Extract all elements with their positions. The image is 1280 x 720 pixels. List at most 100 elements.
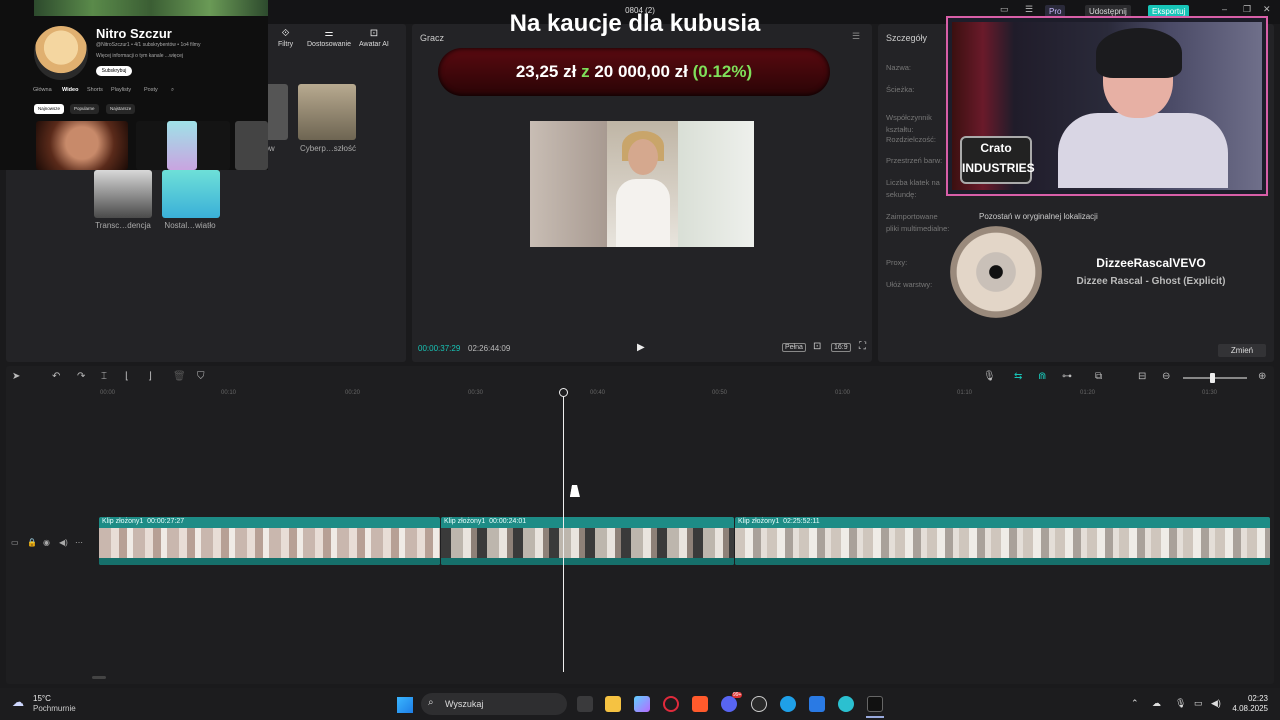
brave-icon[interactable] xyxy=(692,696,708,712)
donation-goal-text: 23,25 zł z 20 000,00 zł (0.12%) xyxy=(438,62,830,82)
menu-icon[interactable]: ☰ xyxy=(1025,4,1033,15)
magnet-icon[interactable]: ⋒ xyxy=(1038,371,1046,382)
clip-waveform xyxy=(99,558,440,565)
shield-icon[interactable]: ⛉ xyxy=(197,371,205,382)
windows-start-icon[interactable] xyxy=(397,697,413,713)
minimize-icon[interactable]: – xyxy=(1222,4,1227,14)
file-explorer-icon[interactable] xyxy=(605,696,621,712)
media-thumb-2[interactable] xyxy=(298,84,356,140)
monitor-icon[interactable]: ▭ xyxy=(1194,698,1203,709)
weather-icon[interactable]: ☁ xyxy=(12,695,24,709)
link-icon[interactable]: ⇆ xyxy=(1014,371,1022,382)
channel-tab-posts: Posty xyxy=(144,87,158,93)
trim-right-icon[interactable]: ⌋ xyxy=(148,371,152,382)
timeline-clip[interactable]: Klip złożony1 00:00:27:27 xyxy=(99,517,440,565)
more-icon[interactable]: ⋯ xyxy=(75,538,83,547)
snapshot-icon[interactable]: ⊡ xyxy=(811,341,823,352)
preview-axis-icon[interactable]: ⧉ xyxy=(1095,371,1102,382)
ai-avatar-tab[interactable]: ⊡ Awatar AI xyxy=(359,28,389,48)
mic-tray-icon[interactable]: 🎙 xyxy=(1175,698,1186,709)
ruler-tick: 01:30 xyxy=(1202,390,1218,396)
clip-name: Klip złożony1 xyxy=(738,518,780,525)
select-tool-icon[interactable]: ➤ xyxy=(12,371,20,382)
ratio-button[interactable]: 16:9 xyxy=(831,343,851,352)
adjust-label: Dostosowanie xyxy=(307,41,351,48)
quality-button[interactable]: Pełna xyxy=(782,343,806,352)
channel-tab-home: Główna xyxy=(33,87,52,93)
volume-icon[interactable]: ◀) xyxy=(1211,698,1221,709)
track-cover-icon[interactable]: ▭ xyxy=(11,538,19,547)
maximize-icon[interactable]: ❐ xyxy=(1243,4,1251,15)
channel-meta: @NitroSzczur1 • 4/1 subskrybentów • 1o4 … xyxy=(96,42,201,48)
clip-filmstrip xyxy=(441,528,734,558)
trim-left-icon[interactable]: ⌊ xyxy=(125,371,129,382)
ruler-tick: 01:20 xyxy=(1080,390,1096,396)
taskbar-search[interactable] xyxy=(421,693,567,715)
channel-overlay: Nitro Szczur @NitroSzczur1 • 4/1 subskry… xyxy=(0,0,268,170)
weather-description[interactable]: Pochmurnie xyxy=(33,704,76,713)
ruler-tick: 00:10 xyxy=(221,390,237,396)
browser-icon[interactable] xyxy=(838,696,854,712)
task-view-icon[interactable] xyxy=(577,696,593,712)
layout-icon[interactable]: ▭ xyxy=(1000,4,1009,15)
clock-time[interactable]: 02:23 xyxy=(1240,694,1268,703)
media-thumb-3[interactable] xyxy=(94,170,152,218)
detail-imported-label: Zaimportowane pliki multimedialne: xyxy=(886,212,950,233)
playhead-handle[interactable] xyxy=(559,388,568,397)
speaker-icon[interactable]: ◀) xyxy=(59,538,68,547)
timeline-scrollbar[interactable] xyxy=(92,676,106,679)
fullscreen-icon[interactable]: ⛶ xyxy=(857,341,868,352)
edge-icon[interactable] xyxy=(780,696,796,712)
filters-tab[interactable]: ⟐ Filtry xyxy=(278,28,293,48)
opera-icon[interactable] xyxy=(663,696,679,712)
player-video xyxy=(530,121,754,247)
video-thumb-1 xyxy=(36,121,128,170)
album-art xyxy=(950,226,1042,318)
weather-temperature[interactable]: 15°C xyxy=(33,694,51,703)
current-time: 00:00:37:29 xyxy=(418,344,461,353)
webcam-person-shirt xyxy=(1058,113,1228,188)
split-icon[interactable]: ⌶ xyxy=(101,371,107,382)
zoom-in-icon[interactable]: ⊕ xyxy=(1258,371,1266,382)
video-person-face xyxy=(628,139,658,175)
stay-location-option[interactable]: Pozostań w oryginalnej lokalizacji xyxy=(979,212,1098,221)
timeline-clip[interactable]: Klip złożony1 00:00:24:01 xyxy=(441,517,734,565)
discord-icon[interactable] xyxy=(721,696,737,712)
redo-icon[interactable]: ↷ xyxy=(77,371,85,382)
copilot-icon[interactable] xyxy=(634,696,650,712)
lock-icon[interactable]: 🔒 xyxy=(27,538,37,547)
clip-label: Klip złożony1 00:00:24:01 xyxy=(444,518,526,525)
play-icon[interactable]: ▶ xyxy=(637,342,645,353)
channel-tab-shorts: Shorts xyxy=(87,87,103,93)
timeline-clip[interactable]: Klip złożony1 02:25:52:11 xyxy=(735,517,1270,565)
capcut-icon[interactable] xyxy=(867,696,883,712)
stream-title: Na kaucje dla kubusia xyxy=(509,10,761,37)
zoom-out-icon[interactable]: ⊖ xyxy=(1162,371,1170,382)
chain-icon[interactable]: ⊶ xyxy=(1062,371,1072,382)
adjust-tab[interactable]: ⚌ Dostosowanie xyxy=(307,28,351,48)
close-icon[interactable]: ✕ xyxy=(1263,4,1271,15)
media-thumb-4[interactable] xyxy=(162,170,220,218)
undo-icon[interactable]: ↶ xyxy=(52,371,60,382)
filter-icon: ⟐ xyxy=(281,28,290,39)
obs-icon[interactable] xyxy=(751,696,767,712)
zoom-slider[interactable] xyxy=(1183,377,1247,379)
playhead-line[interactable] xyxy=(563,390,564,672)
delete-icon[interactable]: 🗑 xyxy=(173,371,186,382)
donation-goal: 20 000,00 zł xyxy=(594,62,688,81)
zoom-slider-handle[interactable] xyxy=(1210,373,1215,383)
clip-duration: 02:25:52:11 xyxy=(783,518,820,525)
cloud-icon[interactable]: ☁ xyxy=(1152,698,1161,709)
now-playing-artist: DizzeeRascalVEVO xyxy=(1096,256,1206,270)
channel-avatar xyxy=(34,26,88,80)
eye-icon[interactable]: ◉ xyxy=(43,538,50,547)
ruler-tick: 01:00 xyxy=(835,390,851,396)
player-menu-icon[interactable]: ☰ xyxy=(852,31,860,42)
change-button[interactable]: Zmień xyxy=(1218,344,1266,357)
tray-chevron-icon[interactable]: ⌃ xyxy=(1131,698,1139,709)
ruler-tick: 00:20 xyxy=(345,390,361,396)
microphone-icon[interactable]: 🎙 xyxy=(983,371,996,382)
caption-icon[interactable]: ⊟ xyxy=(1138,371,1146,382)
photos-icon[interactable] xyxy=(809,696,825,712)
clock-date[interactable]: 4.08.2025 xyxy=(1226,704,1268,713)
